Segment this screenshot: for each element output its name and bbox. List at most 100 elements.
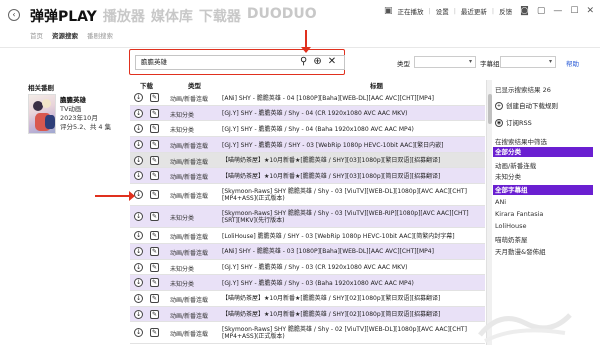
table-row[interactable]: ↓ ✎ 未知分类 [Skymoon-Raws] SHY 膽膽英雄 / Shy - 03… [130,206,485,229]
download-icon[interactable]: ↓ [134,293,143,303]
table-row[interactable]: ↓ ✎ 动画/新番连载 [ANi] SHY - 膽膽英雄 - 04 [1080P][B… [130,90,485,106]
scrollbar-thumb[interactable] [488,94,492,124]
edit-icon[interactable]: ✎ [150,231,159,241]
table-row[interactable]: ↓ ✎ 未知分类 [GJ.Y] SHY - 膽膽英雄 / Shy - 04 (Baha… [130,121,485,138]
related-anime-title: 相关番剧 [28,84,54,92]
filter-subgroup-option[interactable]: Kirara Fantasia [495,210,543,218]
clear-icon[interactable]: ✕ [328,55,336,69]
filter-all-subgroups[interactable]: 全部字幕组 [493,185,593,195]
edit-icon[interactable]: ✎ [150,309,159,319]
link-feedback[interactable]: 反馈 [499,6,512,16]
tab-resource-search[interactable]: 资源搜索 [52,30,78,40]
download-icon[interactable]: ↓ [134,124,143,134]
download-icon[interactable]: ↓ [134,328,143,338]
table-row[interactable]: ↓ ✎ 动画/新番连载 【喵萌奶茶屋】★10月新番★[膽膽英雄 / SHY][02][… [130,291,485,307]
filter-category-option[interactable]: 未知分类 [495,171,521,181]
create-rule-button[interactable]: + 创建自动下载规则 [495,100,558,110]
subgroup-filter-select[interactable]: ▾ [500,56,556,68]
download-icon[interactable]: ↓ [134,212,143,222]
row-title[interactable]: 【喵萌奶茶屋】★10月新番★[膽膽英雄 / SHY][03][1080p][简日… [222,169,482,183]
download-icon[interactable]: ↓ [134,278,143,288]
filter-category-option[interactable]: 动画/新番连载 [495,160,536,170]
edit-icon[interactable]: ✎ [150,278,159,288]
download-icon[interactable]: ↓ [134,190,143,200]
download-icon[interactable]: ↓ [134,93,143,102]
edit-icon[interactable]: ✎ [150,124,159,134]
edit-icon[interactable]: ✎ [150,171,159,181]
table-row[interactable]: ↓ ✎ 动画/新番连载 【喵萌奶茶屋】★10月新番★[膽膽英雄 / SHY][03][… [130,168,485,185]
filter-subgroup-option[interactable]: 天月動漫&發佈組 [495,246,546,256]
edit-icon[interactable]: ✎ [150,140,159,150]
download-icon[interactable]: ↓ [134,309,143,319]
nav-item-library[interactable]: 媒体库 [151,6,193,26]
row-title[interactable]: 【喵萌奶茶屋】★10月新番★[膽膽英雄 / SHY][03][1080p][繁日… [222,154,482,168]
results-table-header: 下载 类型 标题 [130,80,485,90]
edit-icon[interactable]: ✎ [150,293,159,303]
filter-subgroup-option[interactable]: LoliHouse [495,222,526,230]
edit-icon[interactable]: ✎ [150,262,159,272]
table-row[interactable]: ↓ ✎ 动画/新番连载 [Skymoon-Raws] SHY 膽膽英雄 / Shy -… [130,184,485,207]
table-row[interactable]: ↓ ✎ 未知分类 [GJ.Y] SHY - 膽膽英雄 / Shy - 03 (Baha… [130,275,485,291]
table-row[interactable]: ↓ ✎ 动画/新番连载 [GJ.Y] SHY - 膽膽英雄 / SHY - 03 [W… [130,137,485,153]
link-settings[interactable]: 设置 [436,6,449,16]
row-title[interactable]: [ANi] SHY - 膽膽英雄 - 04 [1080P][Baha][WEB-… [222,91,482,105]
table-row[interactable]: ↓ ✎ 未知分类 [GJ.Y] SHY - 膽膽英雄 / Shy - 03 (CR 1… [130,260,485,276]
camera-icon[interactable]: ◙ [520,6,529,16]
table-row[interactable]: ↓ ✎ 动画/新番连载 [LoliHouse] 膽膽英雄 / SHY - 03 [We… [130,228,485,244]
zoom-icon[interactable]: ⊕ [313,55,321,69]
table-row[interactable]: ↓ ✎ 未知分类 [GJ.Y] SHY - 膽膽英雄 / Shy - 04 (CR 1… [130,105,485,122]
row-title[interactable]: [LoliHouse] 膽膽英雄 / SHY - 03 [WebRip 1080… [222,229,482,243]
row-title[interactable]: [Skymoon-Raws] SHY 膽膽英雄 / Shy - 02 [ViuT… [222,323,482,343]
close-icon[interactable]: ✕ [586,6,594,16]
row-title[interactable]: 【喵萌奶茶屋】★10月新番★[膽膽英雄 / SHY][02][1080p][简日… [222,308,482,322]
edit-icon[interactable]: ✎ [150,212,159,222]
minimize-icon[interactable]: — [553,6,562,16]
download-icon[interactable]: ↓ [134,246,143,256]
download-icon[interactable]: ↓ [134,171,143,181]
subscribe-rss-button[interactable]: ◉ 订阅RSS [495,117,532,127]
edit-icon[interactable]: ✎ [150,108,159,118]
nav-item-player[interactable]: 播放器 [103,6,145,26]
link-now-playing[interactable]: 正在播放 [398,6,424,16]
help-link[interactable]: 帮助 [566,58,579,68]
search-icon[interactable]: ⚲ [300,55,307,69]
row-title[interactable]: [GJ.Y] SHY - 膽膽英雄 / Shy - 03 (Baha 1920x… [222,276,482,290]
maximize-icon[interactable]: ☐ [570,6,578,16]
nav-item-downloader[interactable]: 下载器 [199,6,241,26]
tab-anime-search[interactable]: 番剧搜索 [87,30,113,40]
edit-icon[interactable]: ✎ [150,155,159,165]
download-icon[interactable]: ↓ [134,231,143,241]
row-title[interactable]: [GJ.Y] SHY - 膽膽英雄 / Shy - 04 (CR 1920x10… [222,107,482,121]
edit-icon[interactable]: ✎ [150,328,159,338]
filter-all-categories[interactable]: 全部分类 [493,147,593,157]
anime-name[interactable]: 膽膽英雄 [60,96,111,105]
row-title[interactable]: [GJ.Y] SHY - 膽膽英雄 / Shy - 03 (CR 1920x10… [222,261,482,275]
download-icon[interactable]: ↓ [134,108,143,118]
row-title[interactable]: [Skymoon-Raws] SHY 膽膽英雄 / Shy - 03 [ViuT… [222,207,482,227]
edit-icon[interactable]: ✎ [150,93,159,102]
edit-icon[interactable]: ✎ [150,246,159,256]
row-title[interactable]: 【喵萌奶茶屋】★10月新番★[膽膽英雄 / SHY][02][1080p][繁日… [222,292,482,306]
window-icon[interactable]: ▢ [537,6,546,16]
row-title[interactable]: [Skymoon-Raws] SHY 膽膽英雄 / Shy - 03 [ViuT… [222,185,482,205]
link-recent-updates[interactable]: 最近更新 [461,6,487,16]
download-icon[interactable]: ↓ [134,140,143,150]
row-title[interactable]: [GJ.Y] SHY - 膽膽英雄 / Shy - 04 (Baha 1920x… [222,122,482,136]
table-row[interactable]: ↓ ✎ 动画/新番连载 [ANi] SHY - 膽膽英雄 - 03 [1080P][B… [130,243,485,260]
row-title[interactable]: [ANi] SHY - 膽膽英雄 - 03 [1080P][Baha][WEB-… [222,245,482,259]
table-row[interactable]: ↓ ✎ 动画/新番连载 【喵萌奶茶屋】★10月新番★[膽膽英雄 / SHY][03][… [130,152,485,169]
download-icon[interactable]: ↓ [134,262,143,272]
nav-item-dandanplay[interactable]: 弹弹PLAY [30,6,97,26]
tab-home[interactable]: 首页 [30,30,43,40]
back-arrow-icon[interactable]: ‹ [8,9,20,21]
edit-icon[interactable]: ✎ [150,190,159,200]
nav-item-duoduo[interactable]: DUODUO [247,6,317,26]
table-row[interactable]: ↓ ✎ 动画/新番连载 [Skymoon-Raws] SHY 膽膽英雄 / Shy -… [130,322,485,345]
table-row[interactable]: ↓ ✎ 动画/新番连载 【喵萌奶茶屋】★10月新番★[膽膽英雄 / SHY][02][… [130,306,485,323]
download-icon[interactable]: ↓ [134,155,143,165]
type-filter-select[interactable]: ▾ [414,56,476,68]
anime-cover-image[interactable] [28,94,56,134]
row-title[interactable]: [GJ.Y] SHY - 膽膽英雄 / SHY - 03 [WebRip 108… [222,138,482,152]
filter-subgroup-option[interactable]: 喵萌奶茶屋 [495,234,528,244]
filter-subgroup-option[interactable]: ANi [495,198,506,206]
